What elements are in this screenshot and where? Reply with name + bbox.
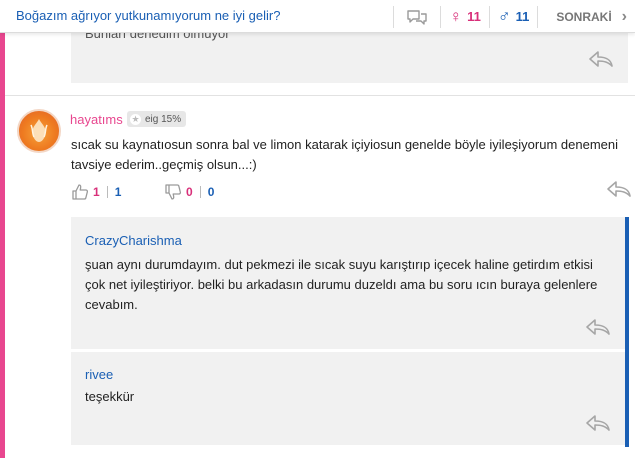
divider [199, 186, 201, 198]
avatar[interactable] [17, 109, 61, 153]
chat-bubbles-icon[interactable] [394, 0, 440, 33]
dislike-button[interactable]: 0 0 [164, 183, 214, 201]
reply-arrow-icon[interactable] [606, 180, 632, 198]
reply-box: CrazyCharishma şuan aynı durumdayım. dut… [71, 217, 625, 349]
thumbs-up-icon [72, 184, 89, 200]
reply-arrow-icon[interactable] [588, 50, 614, 68]
male-count[interactable]: ♂ 11 [490, 0, 538, 33]
reply-username[interactable]: CrazyCharishma [85, 233, 182, 248]
female-count-value: 11 [467, 9, 481, 24]
reply-text: şuan aynı durumdayım. dut pekmezi ile sı… [85, 257, 598, 312]
question-topbar: Boğazım ağrıyor yutkunamıyorum ne iyi ge… [0, 0, 635, 33]
thread-accent-bar [625, 217, 629, 447]
topbar-icons: ♀ 11 ♂ 11 SONRAKİ › [393, 0, 635, 33]
comment-username[interactable]: hayatıms [70, 112, 123, 127]
male-count-value: 11 [515, 9, 530, 24]
chevron-right-icon: › [621, 7, 627, 25]
reply-box: rivee teşekkür [71, 352, 625, 445]
comment-divider [5, 95, 635, 96]
level-text: eig 15% [145, 113, 182, 125]
dislike-male-count: 0 [207, 185, 215, 199]
reply-arrow-icon[interactable] [585, 414, 611, 432]
thumbs-down-icon [165, 184, 182, 200]
reply-arrow-icon[interactable] [585, 318, 611, 336]
comment-text: sıcak su kaynatıosun sonra bal ve limon … [71, 137, 619, 172]
dislike-female-count: 0 [186, 185, 193, 199]
star-icon: ★ [130, 113, 141, 125]
left-accent-strip [0, 0, 5, 458]
like-button[interactable]: 1 1 [71, 183, 121, 201]
reply-username[interactable]: rivee [85, 367, 113, 382]
next-question-button[interactable]: SONRAKİ › [538, 0, 635, 33]
male-symbol-icon: ♂ [497, 6, 511, 26]
female-count[interactable]: ♀ 11 [441, 0, 489, 33]
like-male-count: 1 [114, 185, 122, 199]
next-label: SONRAKİ [556, 9, 612, 24]
question-title-link[interactable]: Boğazım ağrıyor yutkunamıyorum ne iyi ge… [16, 8, 280, 23]
female-symbol-icon: ♀ [449, 6, 463, 26]
like-female-count: 1 [93, 185, 100, 199]
divider [106, 186, 108, 198]
reply-text: teşekkür [85, 389, 135, 404]
level-badge: ★ eig 15% [127, 111, 187, 127]
